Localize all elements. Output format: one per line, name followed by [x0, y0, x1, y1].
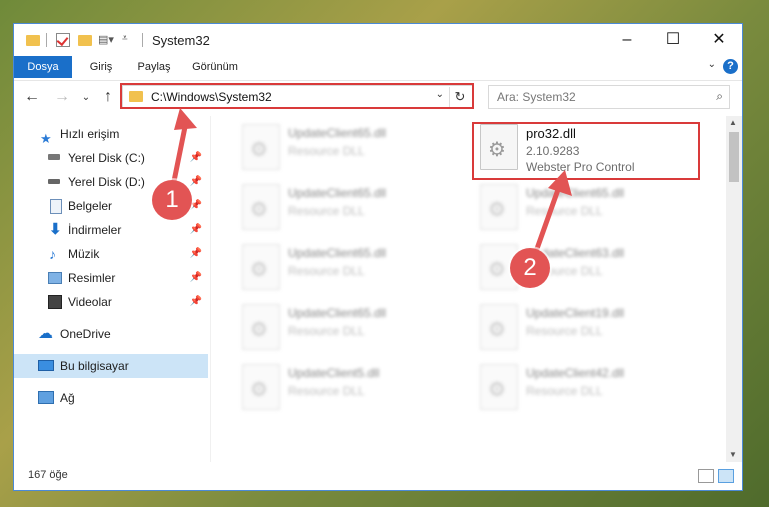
step-1-badge: 1	[152, 180, 192, 220]
annotation-arrows	[168, 108, 572, 263]
step-2-badge: 2	[510, 248, 550, 288]
